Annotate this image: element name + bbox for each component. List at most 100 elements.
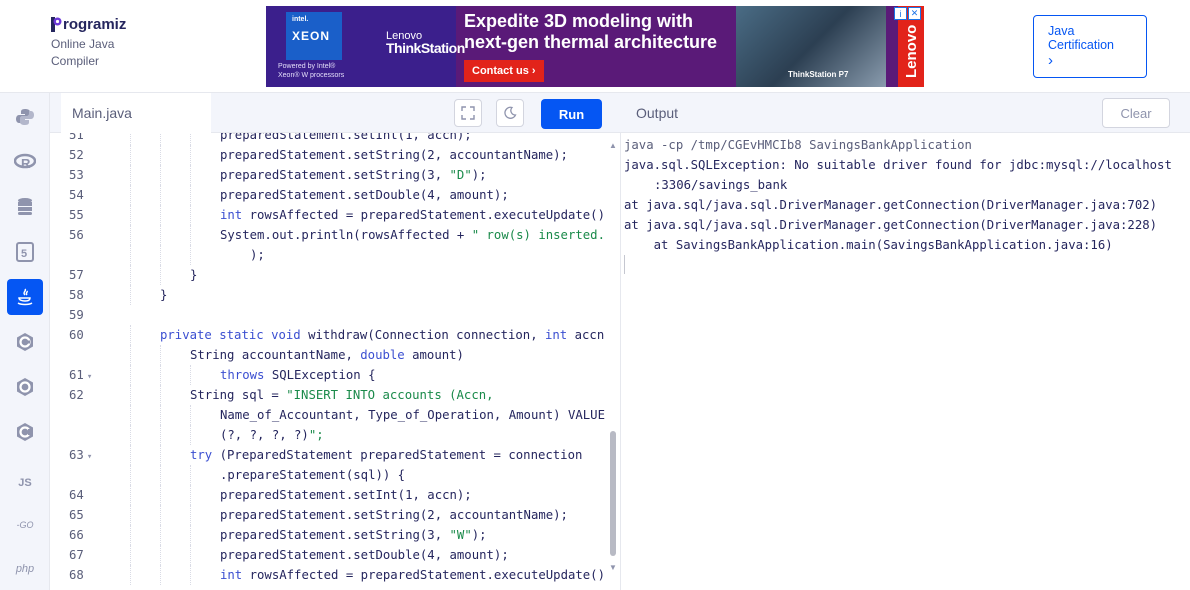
code-line[interactable]: 55 int rowsAffected = preparedStatement.e… [50,205,605,225]
code-line[interactable]: Name_of_Accountant, Type_of_Operation, A… [50,405,605,425]
output-toolbar: Output Clear [621,93,1190,133]
sidebar-item-python[interactable] [7,99,43,135]
sidebar-item-cpp[interactable] [7,369,43,405]
sidebar-item-go[interactable]: -GO [7,507,43,543]
code-text: String accountantName, double amount) [190,348,464,362]
output-error-line: at java.sql/java.sql.DriverManager.getCo… [624,218,1158,232]
code-text: preparedStatement.setDouble(4, amount); [220,188,509,202]
code-text: preparedStatement.setString(2, accountan… [220,508,568,522]
code-line[interactable]: 65 preparedStatement.setString(2, account… [50,505,605,525]
code-line[interactable]: 52 preparedStatement.setString(2, account… [50,145,605,165]
fullscreen-icon [461,106,475,120]
indent-guide [130,225,131,245]
run-button[interactable]: Run [541,99,602,129]
code-line[interactable]: 60 private static void withdraw(Connectio… [50,325,605,345]
output-console[interactable]: java -cp /tmp/CGEvHMCIb8 SavingsBankAppl… [621,133,1190,590]
programiz-logo[interactable]: rogramiz Online Java Compiler [51,16,126,70]
code-line[interactable]: 67 preparedStatement.setDouble(4, amount)… [50,545,605,565]
theme-toggle-button[interactable] [496,99,524,127]
scrollbar-thumb[interactable] [610,431,616,556]
fold-arrow-icon[interactable]: ▾ [87,372,92,382]
programiz-p-icon [51,17,62,32]
line-number: 63 ▾ [69,448,93,462]
indent-guide [160,205,161,225]
scroll-down-icon[interactable]: ▼ [609,563,617,572]
indent-guide [190,205,191,225]
code-text: preparedStatement.setString(3, "D"); [220,168,487,182]
code-line[interactable]: 59 [50,305,605,325]
sidebar-item-java[interactable] [7,279,43,315]
indent-guide [130,365,131,385]
output-error-line: :3306/savings_bank [654,178,788,192]
clear-button[interactable]: Clear [1102,98,1170,128]
code-line[interactable]: 53 preparedStatement.setString(3, "D"); [50,165,605,185]
scroll-up-icon[interactable]: ▲ [609,141,617,150]
line-number: 64 [69,488,84,502]
sidebar-item-php[interactable]: php [7,551,43,587]
ad-controls: i ✕ [894,7,921,20]
code-line[interactable]: 68 int rowsAffected = preparedStatement.e… [50,565,605,585]
code-line[interactable]: 54 preparedStatement.setDouble(4, amount)… [50,185,605,205]
ad-powered-text: Powered by Intel® Xeon® W processors [278,62,344,80]
sidebar-item-r[interactable]: R [7,144,43,180]
code-line[interactable]: .prepareStatement(sql)) { [50,465,605,485]
chevron-right-icon: › [1048,52,1053,69]
line-number: 61 ▾ [69,368,93,382]
code-line[interactable]: 63 ▾ try (PreparedStatement preparedStatem… [50,445,605,465]
sidebar-item-csharp[interactable] [7,414,43,450]
code-line[interactable]: 66 preparedStatement.setString(3, "W"); [50,525,605,545]
indent-guide [130,345,131,365]
language-sidebar: R 5 JS -GO php [0,93,50,590]
fold-arrow-icon[interactable]: ▾ [87,452,92,462]
tab-main-java[interactable]: Main.java [61,93,211,133]
code-line[interactable]: 58} [50,285,605,305]
code-line[interactable]: String accountantName, double amount) [50,345,605,365]
line-number: 53 [69,168,84,182]
indent-guide [160,145,161,165]
code-text: Name_of_Accountant, Type_of_Operation, A… [220,408,605,422]
code-text: int rowsAffected = preparedStatement.exe… [220,208,605,222]
code-line[interactable]: 51 preparedStatement.setInt(1, accn); [50,133,605,145]
sidebar-item-c[interactable] [7,324,43,360]
ad-info-icon[interactable]: i [894,7,907,20]
ad-banner[interactable]: intel. XEON Powered by Intel® Xeon® W pr… [266,6,924,87]
indent-guide [130,285,131,305]
code-text: } [190,268,198,282]
sidebar-item-sql[interactable] [7,189,43,225]
java-icon [17,288,33,306]
output-title: Output [636,105,679,121]
code-text: preparedStatement.setString(3, "W"); [220,528,487,542]
ad-contact-button[interactable]: Contact us › [464,60,544,82]
sidebar-item-html[interactable]: 5 [7,234,43,270]
java-certification-button[interactable]: Java Certification › [1033,15,1147,78]
indent-guide [160,545,161,565]
editor-toolbar: Main.java Run [50,93,621,133]
editor-scrollbar[interactable]: ▲ ▼ [605,133,621,590]
code-line[interactable]: 57} [50,265,605,285]
indent-guide [160,405,161,425]
code-text: (?, ?, ?, ?)"; [220,428,324,442]
code-line[interactable]: (?, ?, ?, ?)"; [50,425,605,445]
python-icon [16,109,34,125]
code-text: System.out.println(rowsAffected + " row(… [220,228,605,242]
ad-headline: Expedite 3D modeling with next-gen therm… [464,11,717,53]
code-editor[interactable]: 51 preparedStatement.setInt(1, accn); 52 pr… [50,133,605,590]
fullscreen-button[interactable] [454,99,482,127]
code-line[interactable]: ); [50,245,605,265]
line-number: 58 [69,288,84,302]
indent-guide [130,245,131,265]
code-line[interactable]: 56 System.out.println(rowsAffected + " ro… [50,225,605,245]
indent-guide [160,345,161,365]
output-error-line: java.sql.SQLException: No suitable drive… [624,158,1172,172]
indent-guide [160,165,161,185]
code-line[interactable]: 64 preparedStatement.setInt(1, accn); [50,485,605,505]
indent-guide [130,445,131,465]
ad-close-icon[interactable]: ✕ [908,7,921,20]
sidebar-item-js[interactable]: JS [7,465,43,501]
svg-text:5: 5 [21,248,27,260]
indent-guide [130,545,131,565]
logo-text: rogramiz [63,16,127,33]
code-line[interactable]: 61 ▾ throws SQLException { [50,365,605,385]
indent-guide [160,225,161,245]
code-line[interactable]: 62 String sql = "INSERT INTO accounts (Ac… [50,385,605,405]
